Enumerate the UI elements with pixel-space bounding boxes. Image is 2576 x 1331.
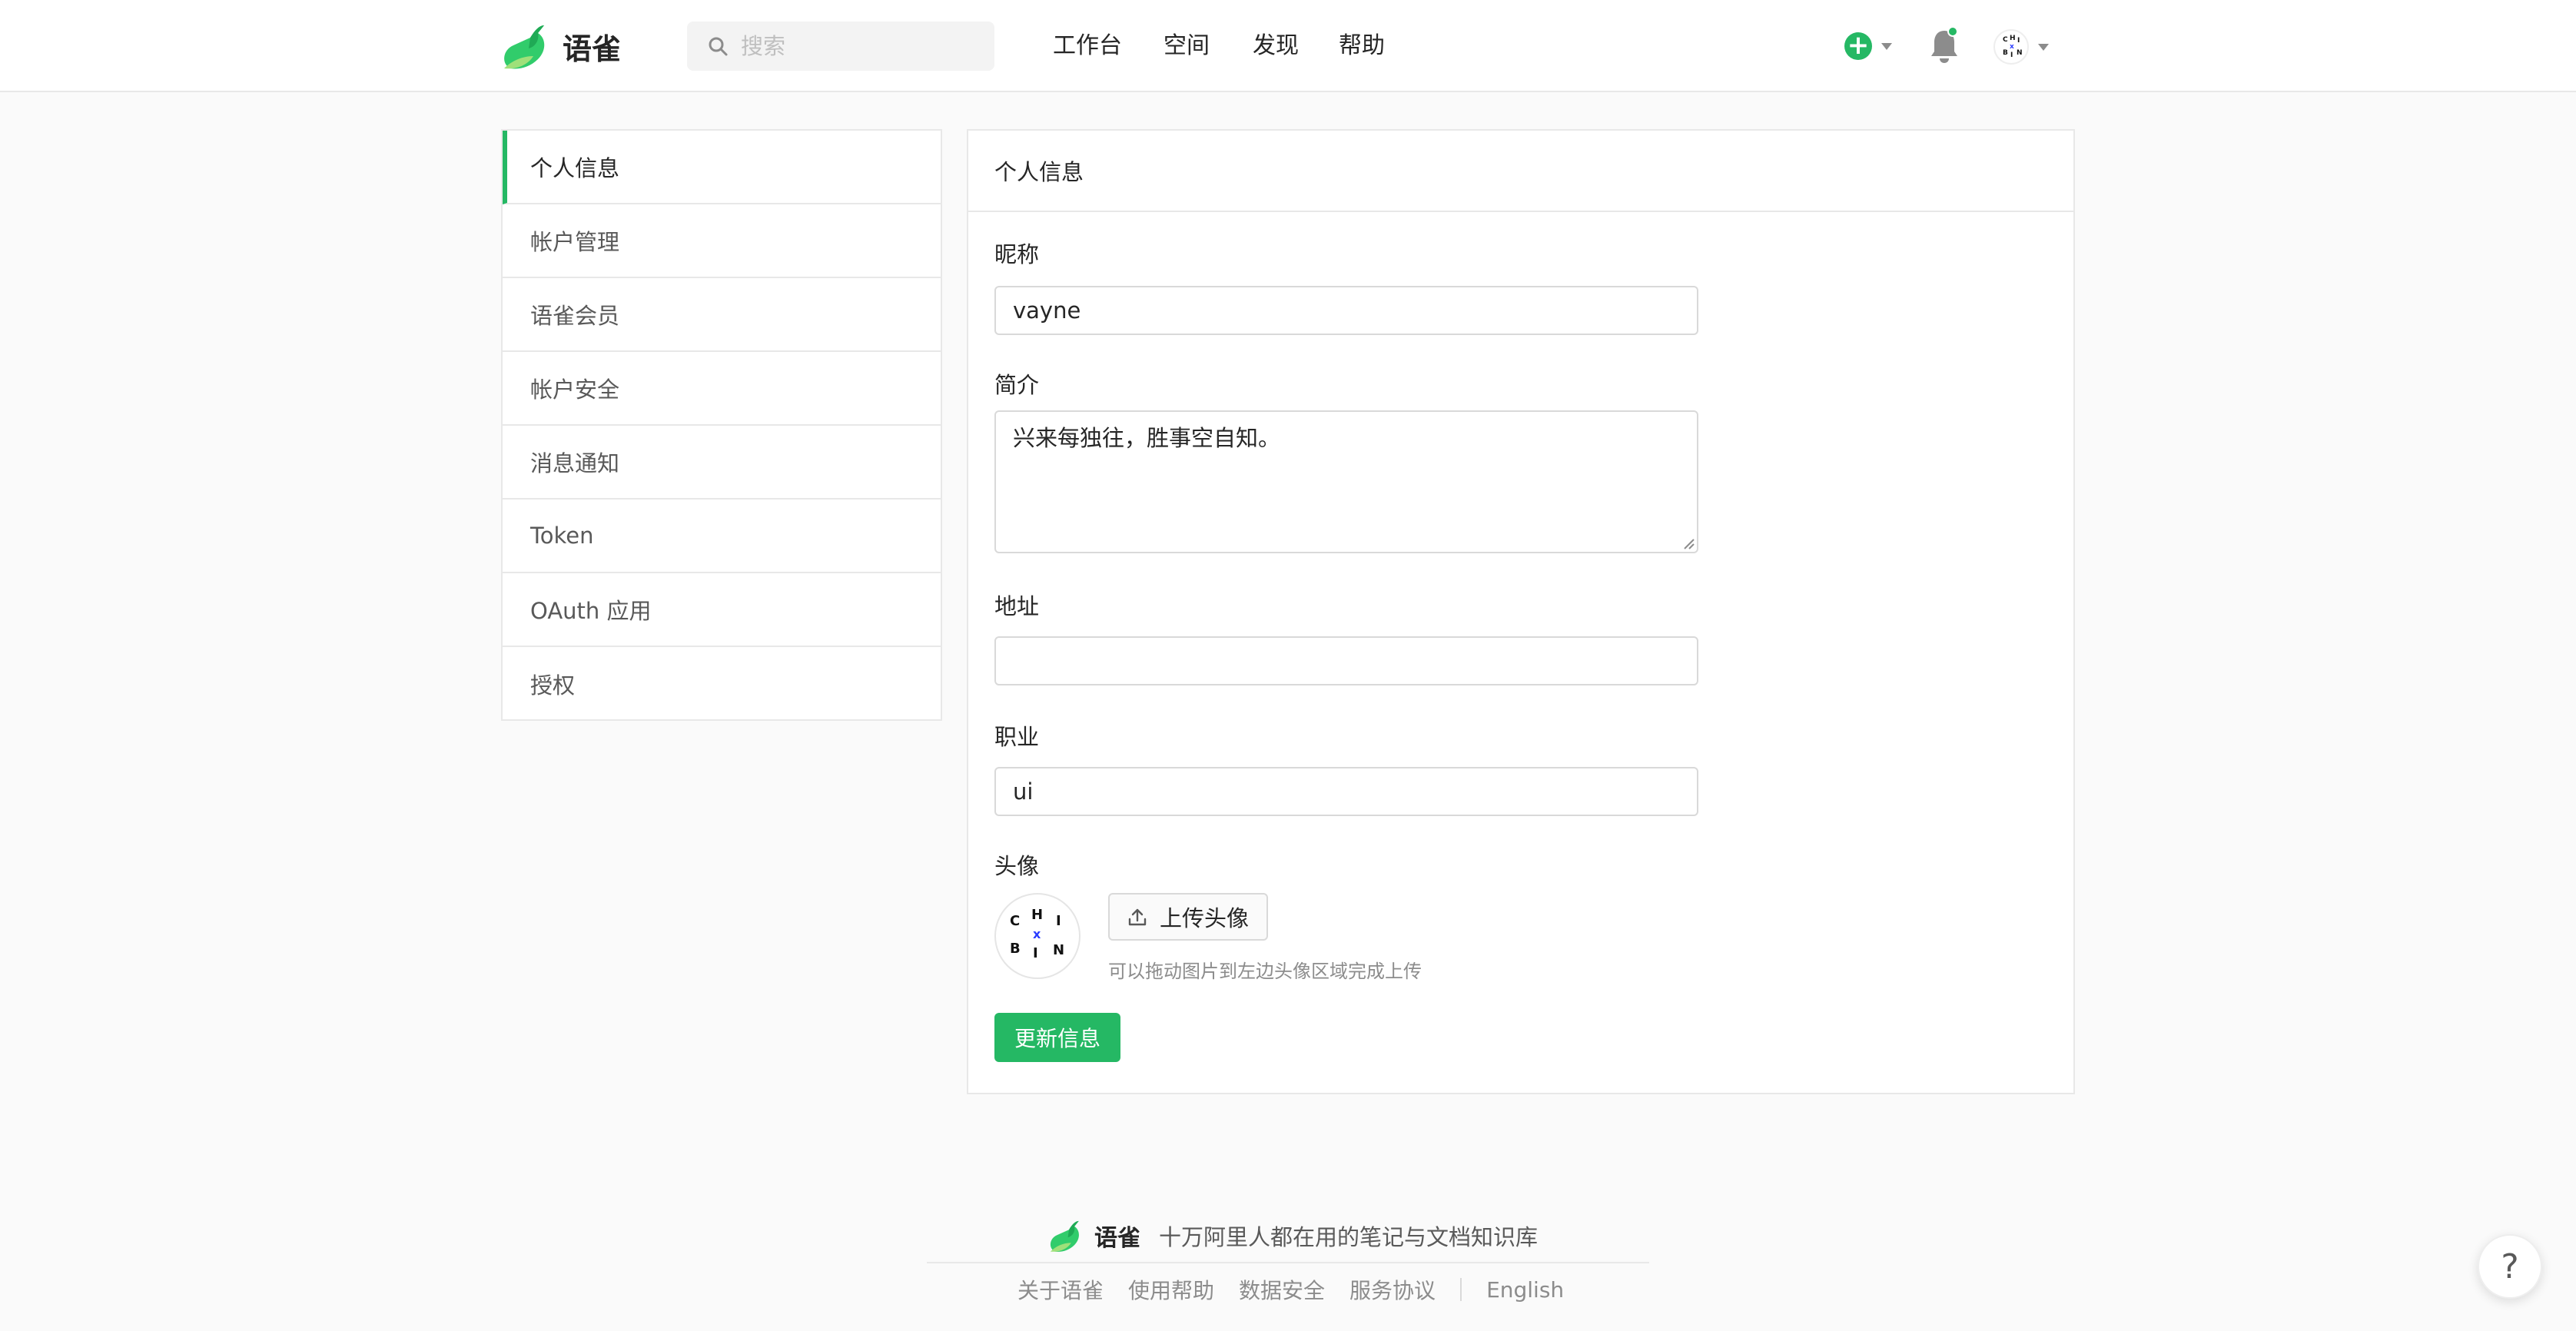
user-menu-button[interactable]: C H I x B I N bbox=[1993, 29, 2049, 65]
profile-panel: 个人信息 昵称 简介 兴来每独往，胜事空自知。 地址 职业 头像 C H I x… bbox=[967, 129, 2075, 1094]
bird-logo-icon bbox=[504, 25, 545, 69]
yuque-logo[interactable]: 语雀 bbox=[500, 22, 621, 71]
sidebar-item-profile[interactable]: 个人信息 bbox=[503, 131, 941, 204]
avatar-letter: I bbox=[2010, 51, 2013, 59]
footer-link-help[interactable]: 使用帮助 bbox=[1128, 1274, 1214, 1305]
create-menu-button[interactable]: + bbox=[1844, 32, 1892, 60]
footer-brand: 语雀 十万阿里人都在用的笔记与文档知识库 bbox=[1047, 1217, 1538, 1254]
avatar-letter: N bbox=[2017, 49, 2023, 57]
nav-workbench[interactable]: 工作台 bbox=[1053, 28, 1122, 65]
avatar-letter: I bbox=[1033, 945, 1038, 961]
search-icon bbox=[709, 37, 728, 56]
avatar-letter: C bbox=[1010, 913, 1021, 929]
avatar-letter: x bbox=[2010, 43, 2014, 51]
nav-space[interactable]: 空间 bbox=[1164, 28, 1210, 65]
avatar-dropzone[interactable]: C H I x B I N bbox=[994, 893, 1081, 979]
bird-logo-icon bbox=[1050, 1220, 1079, 1252]
sidebar-item-membership[interactable]: 语雀会员 bbox=[503, 278, 941, 352]
avatar-letter: B bbox=[2003, 49, 2008, 57]
update-info-button[interactable]: 更新信息 bbox=[994, 1013, 1120, 1062]
nav-discover[interactable]: 发现 bbox=[1253, 28, 1299, 65]
avatar-letter: C bbox=[2003, 36, 2008, 44]
user-avatar: C H I x B I N bbox=[1993, 29, 2029, 65]
help-float-button[interactable]: ? bbox=[2478, 1234, 2542, 1299]
avatar-letter: x bbox=[1033, 927, 1041, 941]
address-input[interactable] bbox=[994, 636, 1698, 685]
top-header: 语雀 工作台 空间 发现 帮助 + C H I x B I N bbox=[0, 0, 2576, 92]
sidebar-item-oauth[interactable]: OAuth 应用 bbox=[503, 573, 941, 647]
caret-down-icon bbox=[1881, 42, 1892, 50]
footer-link-about[interactable]: 关于语雀 bbox=[1017, 1274, 1104, 1305]
settings-sidebar: 个人信息 帐户管理 语雀会员 帐户安全 消息通知 Token OAuth 应用 … bbox=[501, 129, 942, 721]
footer-link-terms[interactable]: 服务协议 bbox=[1349, 1274, 1436, 1305]
nickname-input[interactable] bbox=[994, 286, 1698, 335]
footer-logo-text: 语雀 bbox=[1094, 1225, 1140, 1252]
sidebar-item-notifications[interactable]: 消息通知 bbox=[503, 426, 941, 500]
job-input[interactable] bbox=[994, 767, 1698, 816]
avatar-letter: H bbox=[1031, 907, 1044, 923]
sidebar-item-token[interactable]: Token bbox=[503, 500, 941, 573]
upload-hint: 可以拖动图片到左边头像区域完成上传 bbox=[1108, 961, 1422, 982]
footer-link-data-security[interactable]: 数据安全 bbox=[1239, 1274, 1325, 1305]
plus-circle-icon: + bbox=[1844, 32, 1872, 60]
resize-grip-icon[interactable] bbox=[1681, 536, 1695, 550]
nav-help[interactable]: 帮助 bbox=[1339, 28, 1385, 65]
search-box[interactable] bbox=[687, 22, 994, 71]
avatar-letter: I bbox=[1056, 913, 1061, 929]
footer-links: 关于语雀 使用帮助 数据安全 服务协议 English bbox=[1017, 1273, 1564, 1306]
avatar-letter: N bbox=[1053, 942, 1065, 958]
footer-separator bbox=[1460, 1278, 1462, 1301]
job-label: 职业 bbox=[994, 724, 1040, 750]
logo-text: 语雀 bbox=[563, 32, 622, 66]
upload-avatar-label: 上传头像 bbox=[1159, 905, 1249, 931]
caret-down-icon bbox=[2038, 43, 2049, 51]
sidebar-item-security[interactable]: 帐户安全 bbox=[503, 352, 941, 426]
language-switch-english[interactable]: English bbox=[1486, 1277, 1564, 1303]
nickname-label: 昵称 bbox=[994, 241, 1040, 267]
bio-textarea[interactable]: 兴来每独往，胜事空自知。 bbox=[994, 410, 1698, 553]
avatar-letter: B bbox=[1010, 941, 1021, 957]
search-input[interactable] bbox=[741, 33, 987, 59]
bio-label: 简介 bbox=[994, 372, 1040, 398]
address-label: 地址 bbox=[994, 593, 1040, 619]
avatar-label: 头像 bbox=[994, 853, 1040, 879]
sidebar-item-authorization[interactable]: 授权 bbox=[503, 647, 941, 721]
upload-icon bbox=[1128, 908, 1147, 926]
panel-title: 个人信息 bbox=[968, 131, 2073, 212]
upload-avatar-button[interactable]: 上传头像 bbox=[1108, 893, 1268, 941]
sidebar-item-account[interactable]: 帐户管理 bbox=[503, 204, 941, 278]
footer-divider bbox=[927, 1262, 1649, 1263]
footer-slogan: 十万阿里人都在用的笔记与文档知识库 bbox=[1159, 1224, 1539, 1250]
avatar-letter: H bbox=[2010, 35, 2016, 42]
avatar-letter: I bbox=[2017, 37, 2020, 45]
notification-dot bbox=[1947, 26, 1958, 37]
